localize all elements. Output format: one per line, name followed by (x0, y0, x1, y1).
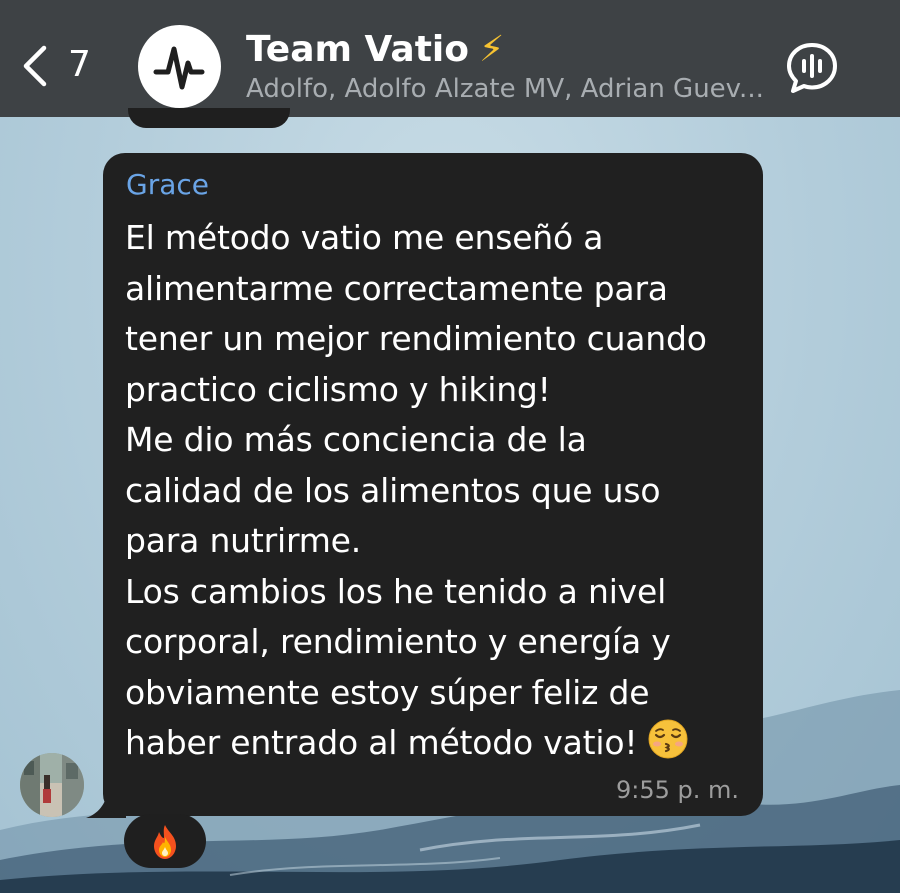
reaction-chip[interactable] (124, 814, 206, 868)
sender-name[interactable]: Grace (126, 167, 209, 203)
chat-header: 7 Team Vatio ⚡ Adolfo, Adolfo Alzate MV, … (0, 0, 900, 117)
members-subtitle[interactable]: Adolfo, Adolfo Alzate MV, Adrian Guev... (246, 73, 764, 105)
lightning-bolt-icon: ⚡ (479, 29, 505, 70)
unread-count[interactable]: 7 (68, 43, 91, 87)
fire-icon (154, 825, 176, 859)
back-chevron-icon[interactable] (18, 44, 50, 88)
chat-title[interactable]: Team Vatio ⚡ (246, 28, 504, 72)
vatio-logo-icon (153, 46, 205, 90)
avatar-photo (20, 753, 84, 817)
message-time: 9:55 p. m. (615, 776, 739, 804)
previous-message-fragment (128, 108, 290, 128)
voice-chat-icon[interactable] (784, 40, 840, 96)
message-bubble[interactable]: Grace El método vatio me enseñó a alimen… (103, 153, 763, 816)
group-avatar[interactable] (138, 25, 221, 108)
chat-title-text: Team Vatio (246, 29, 469, 70)
message-text: El método vatio me enseñó a alimentarme … (125, 213, 750, 769)
message-body: El método vatio me enseñó a alimentarme … (125, 218, 707, 762)
sender-avatar[interactable] (20, 753, 84, 817)
kissing-face-closed-eyes-icon (648, 719, 688, 759)
